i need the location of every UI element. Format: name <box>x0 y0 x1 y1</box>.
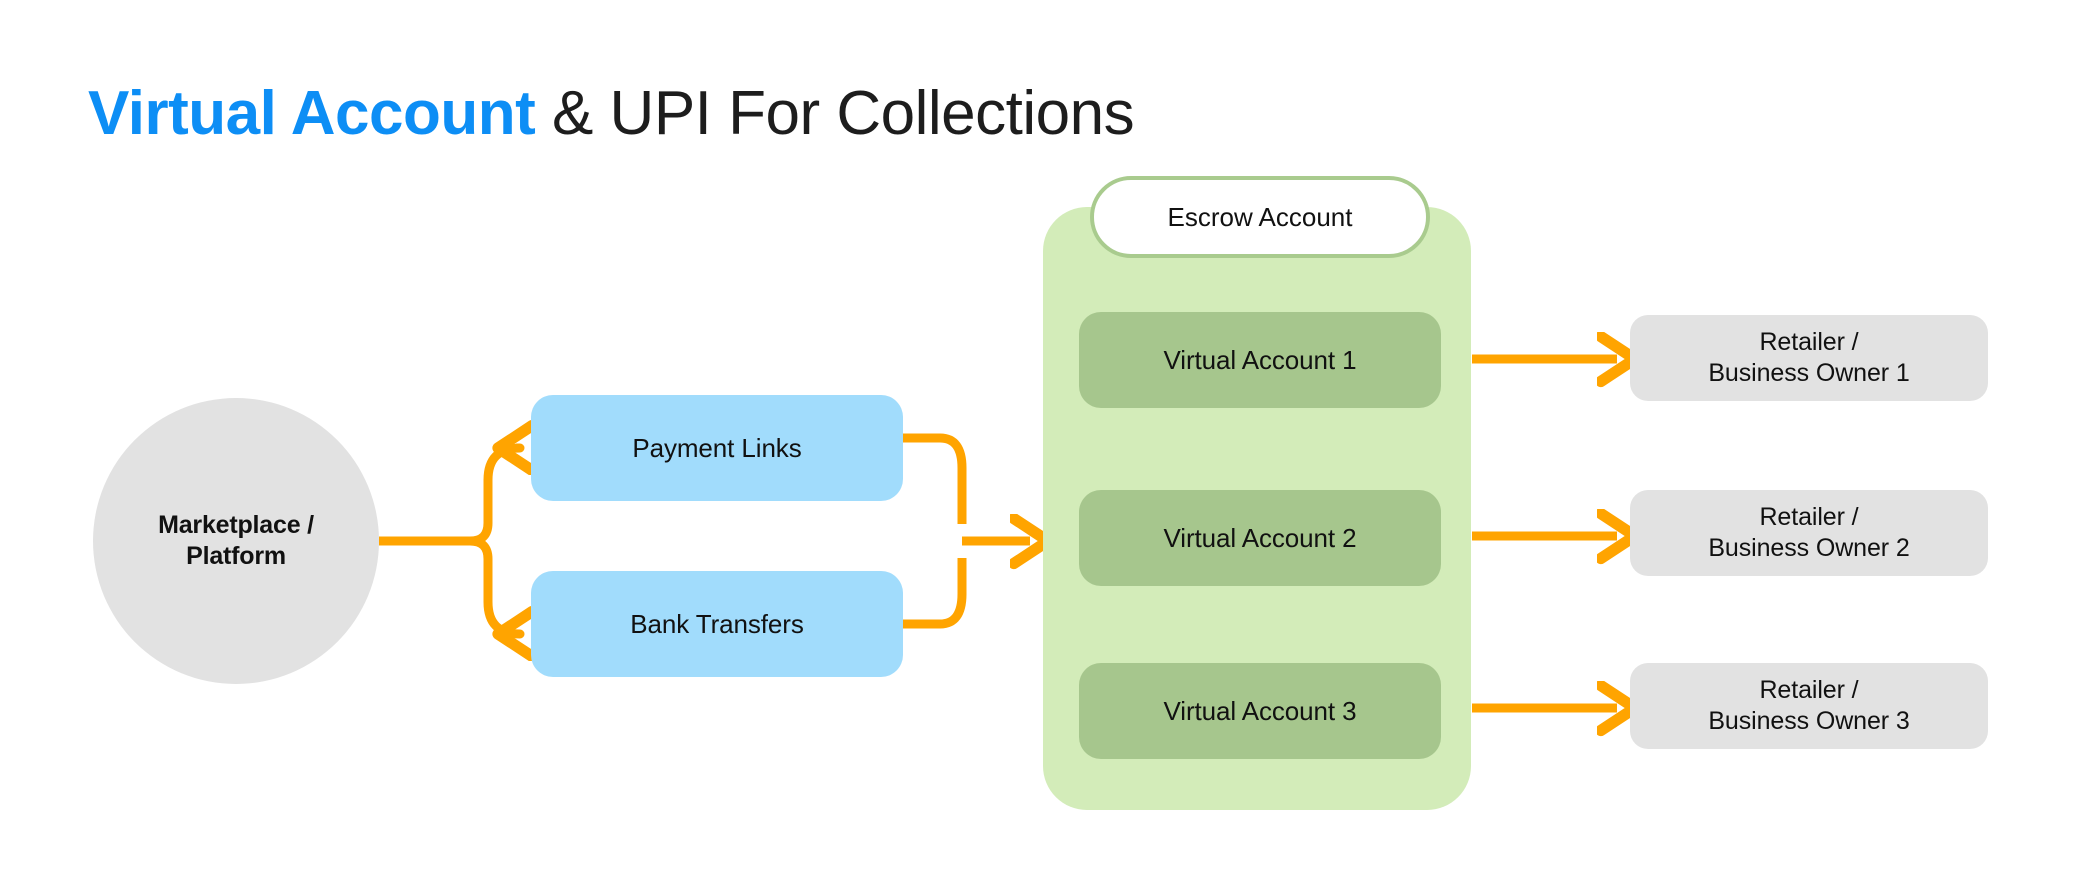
node-retailer-1-label-line2: Business Owner 1 <box>1708 359 1910 387</box>
page-title-accent: Virtual Account <box>88 78 536 148</box>
flow-payment-links-to-merge <box>903 433 967 524</box>
node-bank-transfers-label: Bank Transfers <box>630 608 804 639</box>
node-retailer-2-label-line1: Retailer / <box>1759 502 1859 531</box>
escrow-account-badge-label: Escrow Account <box>1167 201 1353 232</box>
flow-bank-transfers-to-merge <box>903 558 967 629</box>
node-retailer-1-label: Retailer / Business Owner 1 <box>1708 327 1909 390</box>
flow-source-to-bank-transfers <box>452 536 520 634</box>
page-title-rest: & UPI For Collections <box>535 78 1135 148</box>
node-virtual-account-2-label: Virtual Account 2 <box>1163 522 1357 553</box>
node-virtual-account-3[interactable]: Virtual Account 3 <box>1079 663 1441 759</box>
node-virtual-account-1-label: Virtual Account 1 <box>1163 344 1357 375</box>
node-payment-links[interactable]: Payment Links <box>531 395 903 501</box>
node-retailer-1-label-line1: Retailer / <box>1759 327 1859 356</box>
node-retailer-2-label-line2: Business Owner 2 <box>1708 534 1910 562</box>
node-marketplace-platform-label-line1: Marketplace / <box>158 510 314 539</box>
page-title: Virtual Account & UPI For Collections <box>88 78 1135 148</box>
node-marketplace-platform-label: Marketplace / Platform <box>158 510 314 573</box>
node-retailer-2[interactable]: Retailer / Business Owner 2 <box>1630 490 1988 576</box>
node-bank-transfers[interactable]: Bank Transfers <box>531 571 903 677</box>
node-retailer-2-label: Retailer / Business Owner 2 <box>1708 502 1909 565</box>
node-virtual-account-3-label: Virtual Account 3 <box>1163 695 1357 726</box>
node-marketplace-platform-label-line2: Platform <box>186 542 286 570</box>
node-retailer-3-label-line1: Retailer / <box>1759 675 1859 704</box>
diagram-canvas: Virtual Account & UPI For Collections Ma… <box>0 0 2079 883</box>
node-retailer-1[interactable]: Retailer / Business Owner 1 <box>1630 315 1988 401</box>
node-retailer-3-label: Retailer / Business Owner 3 <box>1708 675 1909 738</box>
flow-source-to-payment-links <box>452 448 520 546</box>
node-marketplace-platform[interactable]: Marketplace / Platform <box>93 398 379 684</box>
node-payment-links-label: Payment Links <box>632 432 802 463</box>
node-retailer-3-label-line2: Business Owner 3 <box>1708 707 1910 735</box>
node-virtual-account-1[interactable]: Virtual Account 1 <box>1079 312 1441 408</box>
node-virtual-account-2[interactable]: Virtual Account 2 <box>1079 490 1441 586</box>
node-retailer-3[interactable]: Retailer / Business Owner 3 <box>1630 663 1988 749</box>
escrow-account-badge: Escrow Account <box>1090 176 1430 258</box>
